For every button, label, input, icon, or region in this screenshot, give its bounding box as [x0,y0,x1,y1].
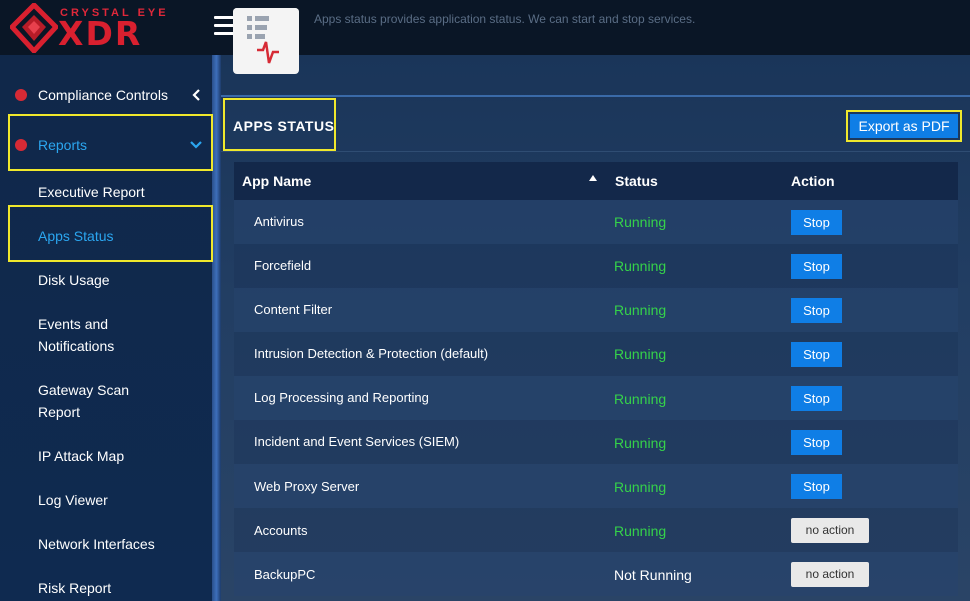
status-cell: Running [614,479,667,495]
status-cell: Running [614,214,667,230]
brand-logo[interactable]: CRYSTAL EYE XDR [10,3,182,55]
app-name-cell: BackupPC [254,567,316,582]
app-name-cell: Forcefield [254,258,312,273]
sort-ascending-icon[interactable] [588,174,598,182]
sidebar-item-label: Events and Notifications [38,316,115,354]
stop-button[interactable]: Stop [791,474,842,499]
table-row: Accounts Running no action [234,508,958,552]
apps-status-icon-box [233,8,299,74]
status-cell: Running [614,523,667,539]
sidebar-item-compliance-controls[interactable]: Compliance Controls [0,83,212,107]
red-dot-icon [15,89,27,101]
sidebar-item-label: Compliance Controls [38,87,168,103]
sidebar-item-label: Executive Report [38,184,145,200]
sidebar-item-label: IP Attack Map [38,448,125,464]
crystal-logo-icon [10,3,58,53]
table-row: Content Filter Running Stop [234,288,958,332]
app-name-cell: Content Filter [254,302,333,317]
column-header-status[interactable]: Status [615,173,658,189]
app-name-cell: Incident and Event Services (SIEM) [254,434,460,449]
app-name-cell: Antivirus [254,214,304,229]
table-row: Intrusion Detection & Protection (defaul… [234,332,958,376]
column-header-app-name[interactable]: App Name [242,173,311,189]
sidebar-item-label: Disk Usage [38,272,110,288]
app-name-cell: Accounts [254,523,308,538]
stop-button[interactable]: Stop [791,298,842,323]
app-name-cell: Web Proxy Server [254,479,360,494]
table-row: Forcefield Running Stop [234,244,958,288]
app-name-cell: Log Processing and Reporting [254,390,429,405]
no-action-button[interactable]: no action [791,518,869,543]
status-cell: Running [614,258,667,274]
stop-button[interactable]: Stop [791,430,842,455]
sidebar-item-label: Gateway Scan Report [38,382,130,420]
table-row: Log Processing and Reporting Running Sto… [234,376,958,420]
stop-button[interactable]: Stop [791,210,842,235]
sidebar-item-label: Risk Report [38,580,112,596]
stop-button[interactable]: Stop [791,342,842,367]
sidebar-divider [212,55,221,601]
table-row: Incident and Event Services (SIEM) Runni… [234,420,958,464]
report-chart-icon [247,16,279,64]
table-row: BackupPC Not Running no action [234,552,958,596]
app-name-cell: Intrusion Detection & Protection (defaul… [254,346,489,361]
top-bar: CRYSTAL EYE XDR [0,0,970,55]
stop-button[interactable]: Stop [791,254,842,279]
status-cell: Running [614,391,667,407]
table-row: Web Proxy Server Running Stop [234,464,958,508]
status-cell: Running [614,302,667,318]
sidebar-item-label: Log Viewer [38,492,108,508]
chevron-left-icon [192,89,200,101]
status-cell: Running [614,346,667,362]
panel-top-border [221,95,970,97]
page-description: Apps status provides application status.… [314,12,696,26]
table-row: Antivirus Running Stop [234,200,958,244]
status-cell: Running [614,435,667,451]
highlight-panel-title [223,98,336,151]
highlight-reports [8,114,213,171]
no-action-button[interactable]: no action [791,562,869,587]
brand-main-text: XDR [58,14,143,53]
stop-button[interactable]: Stop [791,386,842,411]
highlight-export-button [846,110,962,142]
panel-header-divider [221,151,970,152]
highlight-apps-status [8,205,213,262]
sidebar-item-label: Network Interfaces [38,536,155,552]
status-cell: Not Running [614,567,692,583]
column-header-action[interactable]: Action [791,173,835,189]
